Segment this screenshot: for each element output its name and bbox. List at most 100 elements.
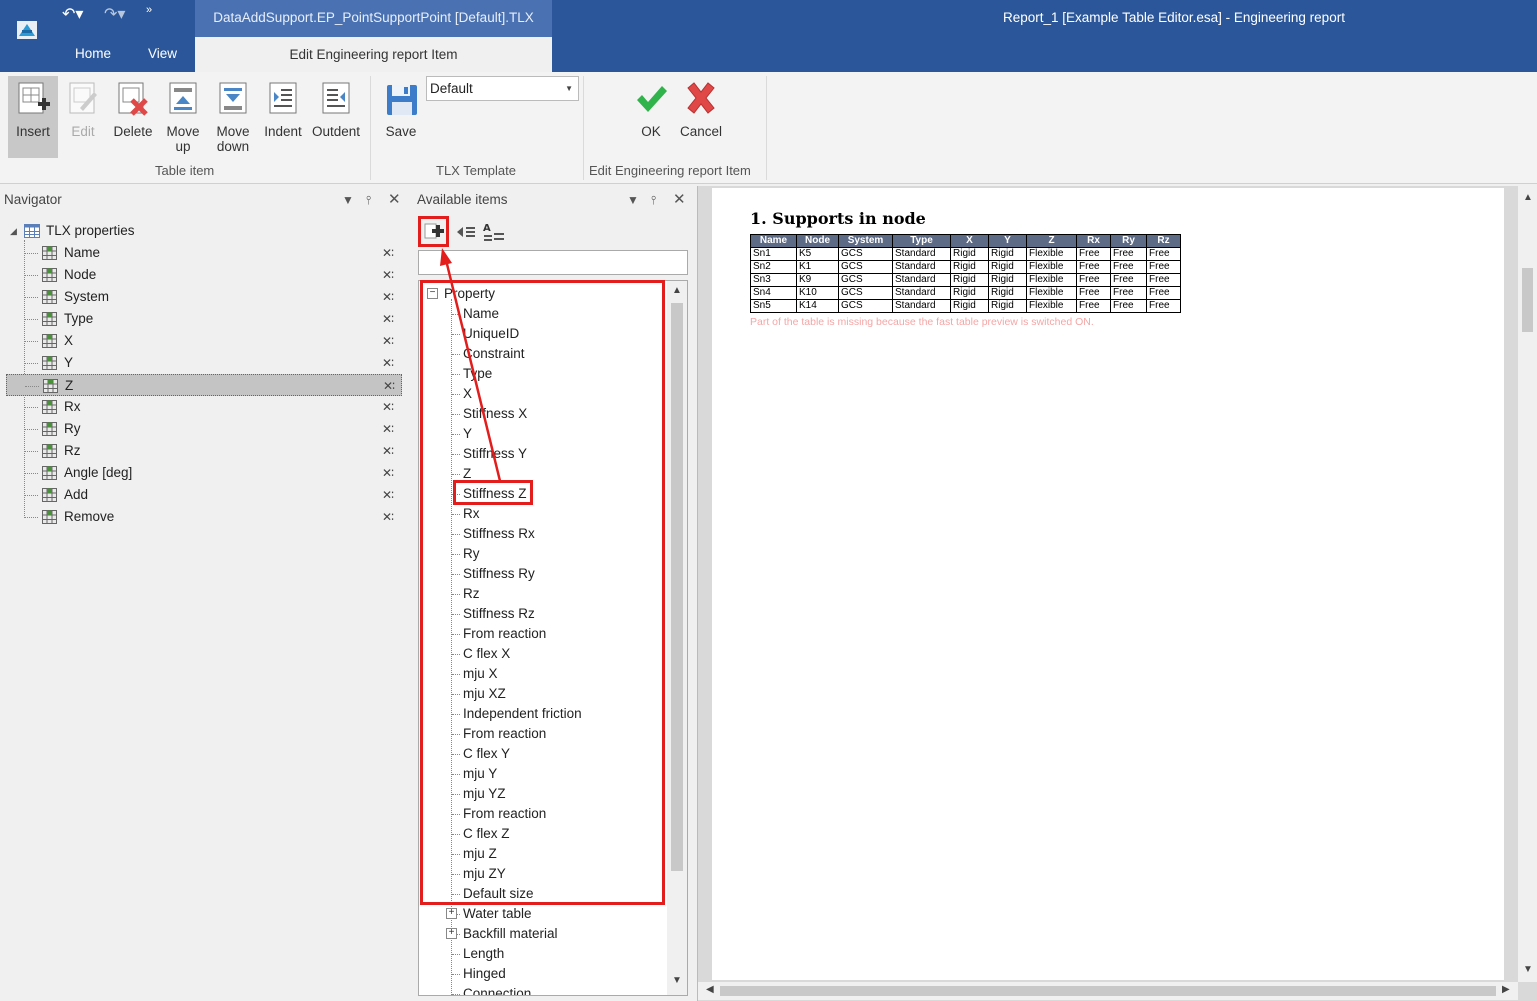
ok-button[interactable]: OK (626, 76, 676, 158)
remove-x-icon[interactable]: ✕∶ (382, 330, 394, 352)
tree-expand-icon[interactable]: + (446, 928, 457, 939)
table-cell: GCS (838, 286, 893, 300)
table-column-header: System (838, 234, 893, 248)
navigator-item[interactable]: Ry ✕∶ (6, 418, 402, 440)
insert-left-icon[interactable] (452, 218, 480, 246)
report-heading: 1. Supports in node (750, 209, 926, 228)
pin-icon[interactable]: ⫯ (366, 187, 371, 213)
edit-label: Edit (71, 124, 95, 139)
group-label-table-item: Table item (155, 163, 215, 178)
scrollbar-thumb[interactable] (1522, 268, 1533, 332)
grid-icon (42, 422, 57, 436)
available-items-scrollbar[interactable]: ▲ ▼ (667, 281, 687, 995)
scroll-left-icon[interactable]: ◀ (706, 984, 714, 995)
navigator-item[interactable]: Type ✕∶ (6, 308, 402, 330)
group-separator (766, 76, 767, 180)
tree-collapse-icon[interactable]: ◢ (10, 220, 17, 242)
scrollbar-thumb[interactable] (720, 986, 1496, 996)
grid-icon (42, 246, 57, 260)
navigator-item[interactable]: Rz ✕∶ (6, 440, 402, 462)
close-icon[interactable]: ✕ (673, 187, 686, 213)
close-icon[interactable]: ✕ (388, 187, 401, 213)
remove-x-icon[interactable]: ✕∶ (382, 506, 394, 528)
table-cell: Free (1146, 286, 1181, 300)
edit-button[interactable]: Edit (58, 76, 108, 158)
navigator-item[interactable]: Name ✕∶ (6, 242, 402, 264)
redo-icon[interactable]: ↷▾ (104, 4, 125, 24)
navigator-item[interactable]: Rx ✕∶ (6, 396, 402, 418)
edit-icon (69, 82, 97, 114)
preview-horizontal-scrollbar[interactable]: ◀ ▶ (698, 982, 1518, 1000)
scroll-down-icon[interactable]: ▼ (672, 975, 682, 986)
navigator-item[interactable]: Y ✕∶ (6, 352, 402, 374)
move-down-button[interactable]: Move down (208, 76, 258, 158)
outdent-button[interactable]: Outdent (308, 76, 364, 158)
preview-vertical-scrollbar[interactable]: ▲ ▼ (1518, 186, 1537, 982)
grid-icon (42, 488, 57, 502)
preview-note: Part of the table is missing because the… (750, 316, 1094, 328)
remove-x-icon[interactable]: ✕∶ (382, 440, 394, 462)
insert-button[interactable]: Insert (8, 76, 58, 158)
outdent-label: Outdent (311, 124, 361, 139)
save-button[interactable]: Save (376, 76, 426, 158)
template-select[interactable]: Default ▼ (426, 76, 579, 101)
outdent-icon (322, 82, 350, 114)
remove-x-icon[interactable]: ✕∶ (382, 418, 394, 440)
navigator-item[interactable]: Node ✕∶ (6, 264, 402, 286)
tree-expand-icon[interactable]: + (446, 908, 457, 919)
table-cell: Standard (892, 247, 951, 261)
remove-x-icon[interactable]: ✕∶ (382, 352, 394, 374)
document-tab[interactable]: DataAddSupport.EP_PointSupportPoint [Def… (195, 0, 552, 37)
tree-root-label: TLX properties (46, 223, 135, 238)
table-cell: GCS (838, 299, 893, 313)
delete-button[interactable]: Delete (108, 76, 158, 158)
table-cell: Free (1076, 273, 1111, 287)
remove-x-icon[interactable]: ✕∶ (382, 286, 394, 308)
remove-x-icon[interactable]: ✕∶ (382, 264, 394, 286)
navigator-item[interactable]: System ✕∶ (6, 286, 402, 308)
table-cell: Sn3 (750, 273, 797, 287)
app-logo-icon[interactable] (14, 16, 42, 44)
scroll-up-icon[interactable]: ▲ (672, 285, 682, 296)
table-cell: Rigid (950, 299, 989, 313)
scroll-down-icon[interactable]: ▼ (1523, 964, 1533, 975)
remove-x-icon[interactable]: ✕∶ (382, 462, 394, 484)
tab-edit-engineering-report-item[interactable]: Edit Engineering report Item (195, 37, 552, 72)
move-up-button[interactable]: Move up (158, 76, 208, 158)
tab-home[interactable]: Home (75, 46, 111, 61)
remove-x-icon[interactable]: ✕∶ (382, 396, 394, 418)
navigator-item[interactable]: Add ✕∶ (6, 484, 402, 506)
remove-x-icon[interactable]: ✕∶ (383, 375, 395, 397)
scroll-right-icon[interactable]: ▶ (1502, 984, 1510, 995)
navigator-item[interactable]: Remove ✕∶ (6, 506, 402, 528)
remove-x-icon[interactable]: ✕∶ (382, 484, 394, 506)
table-cell: Free (1110, 273, 1147, 287)
available-items-search-input[interactable] (418, 250, 688, 275)
remove-x-icon[interactable]: ✕∶ (382, 308, 394, 330)
sort-az-icon[interactable]: A (480, 218, 508, 246)
scrollbar-thumb[interactable] (671, 303, 683, 871)
pin-icon[interactable]: ⫯ (651, 187, 656, 213)
grid-icon (42, 400, 57, 414)
navigator-item[interactable]: Angle [deg] ✕∶ (6, 462, 402, 484)
table-cell: Sn5 (750, 299, 797, 313)
chevron-down-icon[interactable]: ▼ (627, 187, 639, 213)
table-column-header: Type (892, 234, 951, 248)
indent-button[interactable]: Indent (258, 76, 308, 158)
scroll-up-icon[interactable]: ▲ (1523, 192, 1533, 203)
navigator-item[interactable]: X ✕∶ (6, 330, 402, 352)
tab-view[interactable]: View (148, 46, 177, 61)
cancel-button[interactable]: Cancel (676, 76, 726, 158)
window-title: Report_1 [Example Table Editor.esa] - En… (1003, 10, 1345, 25)
tree-root-tlx-properties[interactable]: ◢ TLX properties (6, 220, 402, 242)
navigator-item[interactable]: Z ✕∶ (6, 374, 402, 396)
table-cell: Flexible (1026, 260, 1077, 274)
undo-icon[interactable]: ↶▾ (62, 4, 83, 24)
chevron-down-icon[interactable]: ▼ (342, 187, 354, 213)
remove-x-icon[interactable]: ✕∶ (382, 242, 394, 264)
table-column-header: Rx (1076, 234, 1111, 248)
quick-access-more-icon[interactable]: » (146, 4, 152, 16)
table-cell: Rigid (988, 299, 1027, 313)
grid-icon (42, 444, 57, 458)
preview-page: 1. Supports in node Name Node System Type X Y… (712, 188, 1504, 980)
